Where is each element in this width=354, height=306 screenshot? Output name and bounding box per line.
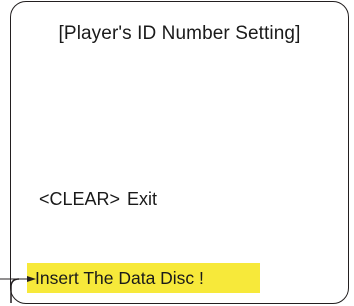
id-setting-screen: [Player's ID Number Setting] <CLEAR> Exit [10,1,349,304]
insert-disc-message: Insert The Data Disc ! [27,263,260,293]
exit-action-label: Exit [127,189,158,209]
insert-disc-message-text: Insert The Data Disc ! [35,268,204,288]
screen-title: [Player's ID Number Setting] [58,23,301,44]
callout-arrow-icon [0,276,36,303]
clear-exit-hint: <CLEAR> Exit [39,189,157,210]
clear-key-label: <CLEAR> [39,189,121,209]
